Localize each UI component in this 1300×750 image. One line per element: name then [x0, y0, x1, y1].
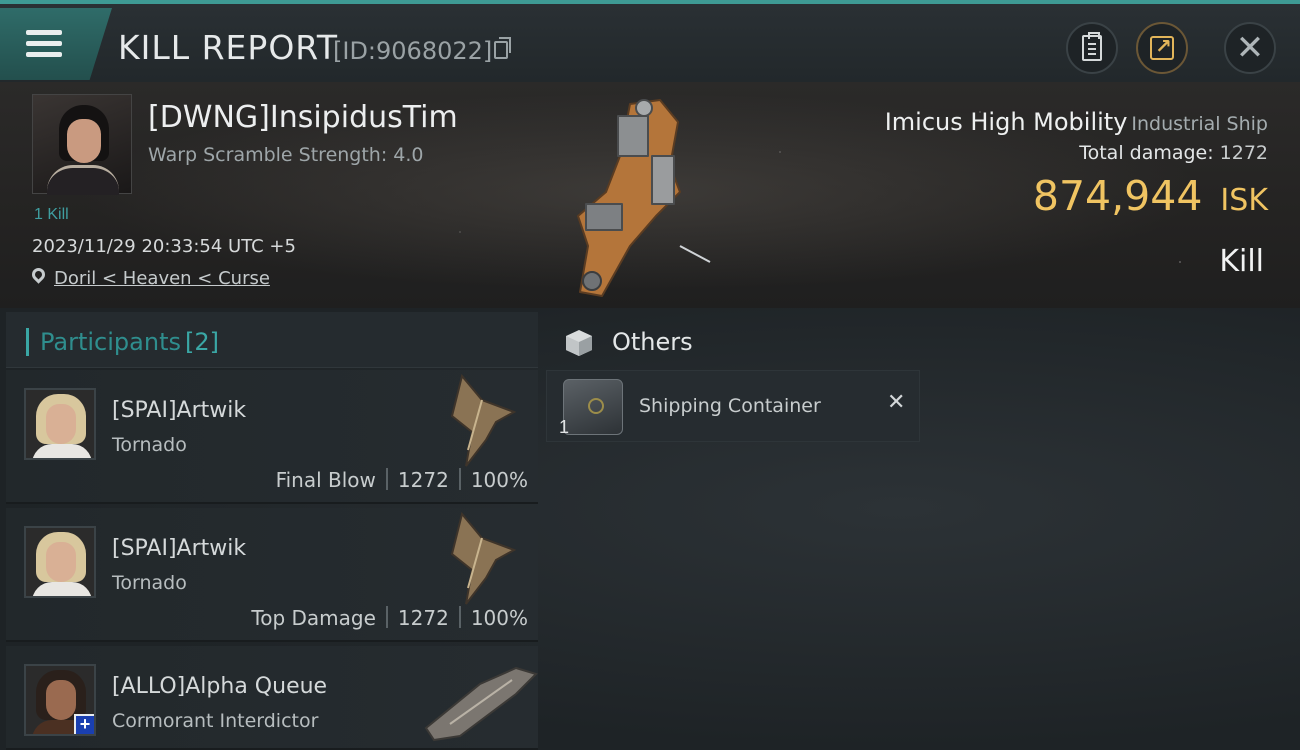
- tab-indicator: [26, 328, 29, 356]
- participant-avatar[interactable]: +: [24, 664, 96, 736]
- shipping-container-icon: [563, 379, 623, 435]
- share-button[interactable]: [1136, 22, 1188, 74]
- item-quantity: 1: [559, 417, 570, 437]
- victim-ship-name[interactable]: Imicus High Mobility Industrial Ship: [885, 108, 1268, 136]
- victim-kill-count: 1 Kill: [34, 206, 69, 223]
- victim-avatar[interactable]: [32, 94, 132, 195]
- participant-damage: 1272: [397, 468, 449, 492]
- participant-stats: Final Blow 1272 100%: [276, 468, 528, 492]
- participant-percent: 100%: [470, 468, 528, 492]
- details-area: Participants [2] [SPAI]Artwik Tornado Fin…: [0, 308, 1300, 750]
- cube-icon: [566, 330, 592, 356]
- participant-row[interactable]: [SPAI]Artwik Tornado Final Blow 1272 100%: [6, 370, 538, 504]
- item-row[interactable]: 1 Shipping Container ✕: [546, 370, 920, 442]
- participant-ship-image: [424, 666, 538, 742]
- ship-class-text: Industrial Ship: [1131, 113, 1268, 135]
- participant-percent: 100%: [470, 606, 528, 630]
- item-name: Shipping Container: [639, 395, 821, 417]
- participants-label: Participants [2]: [40, 328, 219, 356]
- total-damage: Total damage: 1272: [1079, 142, 1268, 164]
- kill-location-link[interactable]: Doril < Heaven < Curse: [54, 268, 270, 289]
- menu-button[interactable]: [0, 8, 112, 80]
- copy-icon[interactable]: [494, 37, 511, 59]
- participants-tab[interactable]: Participants [2]: [6, 312, 538, 368]
- participant-stats: Top Damage 1272 100%: [251, 606, 528, 630]
- item-destroyed-icon: ✕: [887, 389, 906, 414]
- participant-avatar[interactable]: [24, 388, 96, 460]
- close-icon: ✕: [1235, 28, 1265, 68]
- page-title: KILL REPORT: [118, 28, 338, 67]
- close-button[interactable]: ✕: [1224, 22, 1276, 74]
- participants-count: [2]: [184, 328, 219, 356]
- plus-badge-icon: +: [74, 714, 94, 734]
- participant-role: Top Damage: [251, 606, 376, 630]
- participant-name: [SPAI]Artwik: [112, 536, 247, 561]
- ship-name-text: Imicus High Mobility: [884, 108, 1128, 136]
- clipboard-button[interactable]: [1066, 22, 1118, 74]
- participant-name: [ALLO]Alpha Queue: [112, 674, 328, 699]
- clipboard-icon: [1082, 32, 1102, 61]
- participant-ship: Tornado: [112, 434, 187, 456]
- participant-ship-image: [450, 511, 517, 605]
- isk-amount: 874,944: [1032, 172, 1203, 220]
- participant-avatar[interactable]: [24, 526, 96, 598]
- report-id: [ID:9068022]: [333, 37, 493, 65]
- isk-value: 874,944 ISK: [1033, 172, 1268, 220]
- victim-banner: [DWNG]InsipidusTim Warp Scramble Strengt…: [0, 82, 1300, 308]
- isk-unit: ISK: [1220, 183, 1268, 218]
- menu-icon: [26, 30, 62, 58]
- warp-scramble-strength: Warp Scramble Strength: 4.0: [148, 144, 424, 166]
- kill-datetime: 2023/11/29 20:33:54 UTC +5: [32, 236, 296, 257]
- share-icon: [1150, 34, 1174, 60]
- participant-role: Final Blow: [275, 468, 376, 492]
- participant-ship-image: [450, 373, 517, 467]
- title-bar: KILL REPORT [ID:9068022] ✕: [0, 0, 1300, 82]
- participant-ship: Cormorant Interdictor: [112, 710, 319, 732]
- total-damage-value: 1272: [1219, 142, 1268, 164]
- kill-result-label: Kill: [1219, 244, 1264, 279]
- victim-ship-image[interactable]: [560, 96, 730, 306]
- participant-row[interactable]: + [ALLO]Alpha Queue Cormorant Interdicto…: [6, 646, 538, 750]
- participant-row[interactable]: [SPAI]Artwik Tornado Top Damage 1272 100%: [6, 508, 538, 642]
- participant-ship: Tornado: [112, 572, 187, 594]
- participant-name: [SPAI]Artwik: [112, 398, 247, 423]
- victim-name[interactable]: [DWNG]InsipidusTim: [148, 100, 458, 135]
- total-damage-label: Total damage:: [1079, 142, 1214, 164]
- others-label: Others: [612, 328, 693, 356]
- participant-damage: 1272: [397, 606, 449, 630]
